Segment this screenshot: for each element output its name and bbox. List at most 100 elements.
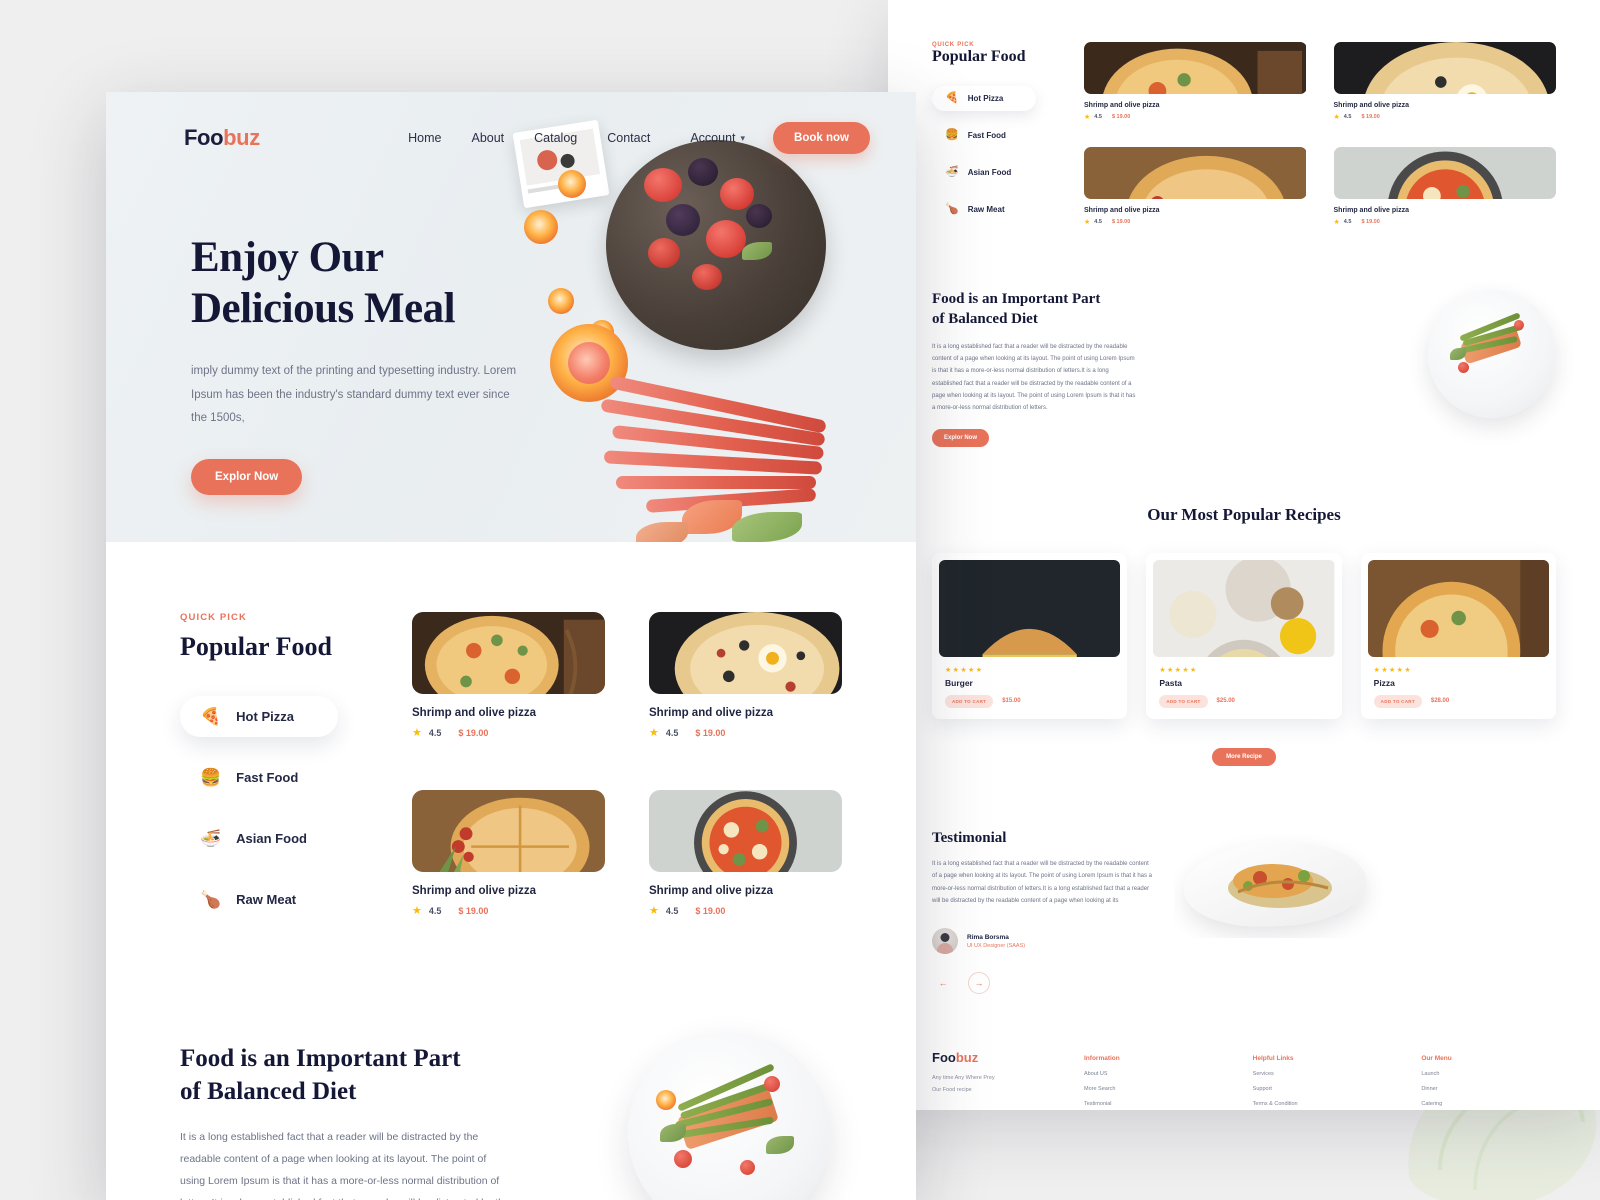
category-label: Fast Food <box>236 770 299 785</box>
back-category-raw-meat[interactable]: 🍗 Raw Meat <box>932 197 1036 222</box>
category-raw-meat[interactable]: 🍗 Raw Meat <box>180 879 338 920</box>
footer-column-helpful-links: Helpful Links Services Support Terms & C… <box>1253 1055 1388 1110</box>
star-icon: ★ <box>412 727 422 739</box>
food-name: Shrimp and olive pizza <box>1333 102 1409 109</box>
footer-tagline-line1: Any time Any Where Prey <box>932 1075 995 1082</box>
back-recipe-card-burger[interactable]: ★★★★★ Burger ADD TO CART $15.00 <box>932 552 1128 719</box>
back-category-label: Raw Meat <box>967 205 1005 214</box>
footer-link[interactable]: Testimonial <box>1084 1101 1219 1107</box>
back-recipe-card-pasta[interactable]: ★★★★★ Pasta ADD TO CART $25.00 <box>1146 552 1342 719</box>
testimonial-prev-arrow[interactable]: ← <box>932 972 954 994</box>
footer-link[interactable]: Dinner <box>1421 1086 1556 1092</box>
back-more-recipe-wrap: More Recipe <box>888 719 1600 766</box>
footer-link[interactable]: Launch <box>1421 1071 1556 1077</box>
back-food-card[interactable]: Shrimp and olive pizza ★ 4.5 $ 19.00 <box>1333 42 1557 130</box>
food-card[interactable]: Shrimp and olive pizza ★ 4.5 $ 19.00 <box>649 612 842 762</box>
food-thumbnail <box>1333 146 1557 199</box>
star-icon: ★ <box>1333 114 1340 121</box>
nav-link-catalog[interactable]: Catalog <box>534 131 577 145</box>
food-thumbnail <box>412 790 605 872</box>
instagram-icon[interactable] <box>953 1108 963 1110</box>
blackberry <box>746 204 772 228</box>
nav-links: Home About Catalog Contact <box>408 131 650 145</box>
footer-link[interactable]: Support <box>1253 1086 1388 1092</box>
back-diet-explore-button[interactable]: Explor Now <box>932 428 990 447</box>
recipe-price: $25.00 <box>1216 698 1235 705</box>
add-to-cart-button[interactable]: ADD TO CART <box>945 694 994 708</box>
nav-link-contact[interactable]: Contact <box>607 131 650 145</box>
recipe-name: Pizza <box>1373 677 1395 688</box>
back-category-fast-food[interactable]: 🍔 Fast Food <box>932 123 1036 148</box>
pizza-image <box>1367 559 1549 657</box>
food-rating-row: ★ 4.5 $ 19.00 <box>412 726 605 739</box>
back-food-card[interactable]: Shrimp and olive pizza ★ 4.5 $ 19.00 <box>1333 146 1557 235</box>
star-icon: ★ <box>1084 218 1091 226</box>
food-rating-row: ★ 4.5 $ 19.00 <box>1334 218 1557 226</box>
footer-tagline-line2: Our Food recipe <box>932 1087 972 1094</box>
food-thumbnail <box>649 612 842 694</box>
food-thumbnail <box>1084 42 1307 94</box>
popular-food-section: QUICK PICK Popular Food 🍕 Hot Pizza 🍔 Fa… <box>106 542 916 1200</box>
food-rating: 4.5 <box>428 905 442 916</box>
nav-link-about[interactable]: About <box>471 131 504 145</box>
star-icon: ★ <box>649 727 659 739</box>
add-to-cart-button[interactable]: ADD TO CART <box>1373 694 1422 708</box>
back-salmon-plate-image <box>1428 290 1556 418</box>
pizza-icon: 🍕 <box>945 92 959 104</box>
food-thumbnail <box>412 612 605 694</box>
pizza-icon: 🍕 <box>200 707 222 726</box>
food-price: $ 19.00 <box>695 905 726 916</box>
blackberry <box>666 204 700 236</box>
back-food-card[interactable]: Shrimp and olive pizza ★ 4.5 $ 19.00 <box>1084 146 1307 235</box>
mockup-page-back: QUICK PICK Popular Food 🍕 Hot Pizza 🍔 Fa… <box>888 0 1600 1110</box>
footer-column-head: Our Menu <box>1421 1055 1452 1063</box>
pasta-image <box>1153 559 1335 657</box>
back-testimonial-section: Testimonial It is a long established fac… <box>888 766 1600 995</box>
blackberry <box>688 158 718 186</box>
nav-link-home[interactable]: Home <box>408 131 441 145</box>
food-thumbnail <box>649 790 842 872</box>
footer-link[interactable]: Catering <box>1421 1101 1556 1107</box>
recipe-name: Pasta <box>1159 677 1183 688</box>
noodles-icon: 🍜 <box>945 166 959 178</box>
hero-explore-button[interactable]: Explor Now <box>191 459 303 495</box>
author-name: Rima Borsma <box>967 933 1009 941</box>
footer-link[interactable]: About US <box>1084 1071 1219 1077</box>
food-thumbnail <box>1084 146 1307 199</box>
star-icon: ★ <box>1333 218 1340 226</box>
category-hot-pizza[interactable]: 🍕 Hot Pizza <box>180 696 338 737</box>
category-label: Raw Meat <box>236 892 297 907</box>
food-thumbnail <box>1333 42 1557 94</box>
back-section-title: Popular Food <box>932 48 1026 65</box>
food-rating-row: ★ 4.5 $ 19.00 <box>1334 113 1557 121</box>
more-recipe-button[interactable]: More Recipe <box>1212 747 1276 766</box>
burger-icon: 🍔 <box>200 768 222 787</box>
food-card[interactable]: Shrimp and olive pizza ★ 4.5 $ 19.00 <box>412 790 605 940</box>
back-category-hot-pizza[interactable]: 🍕 Hot Pizza <box>932 86 1036 111</box>
back-category-asian-food[interactable]: 🍜 Asian Food <box>932 160 1036 185</box>
back-recipe-card-pizza[interactable]: ★★★★★ Pizza ADD TO CART $28.00 <box>1360 552 1556 719</box>
footer-link[interactable]: Terms & Condition <box>1253 1101 1388 1107</box>
food-rating-row: ★ 4.5 $ 19.00 <box>1084 218 1307 226</box>
footer-link[interactable]: Services <box>1253 1071 1388 1077</box>
facebook-icon[interactable] <box>932 1108 940 1110</box>
add-to-cart-button[interactable]: ADD TO CART <box>1159 694 1208 708</box>
testimonial-next-arrow[interactable]: → <box>968 972 990 995</box>
back-food-card[interactable]: Shrimp and olive pizza ★ 4.5 $ 19.00 <box>1084 42 1307 130</box>
account-dropdown[interactable]: Account ▾ <box>690 131 745 145</box>
recipe-stars: ★★★★★ <box>945 666 984 674</box>
food-card[interactable]: Shrimp and olive pizza ★ 4.5 $ 19.00 <box>649 790 842 940</box>
food-rating: 4.5 <box>665 727 679 738</box>
twitter-icon[interactable] <box>976 1108 987 1110</box>
recipe-price: $15.00 <box>1002 698 1021 705</box>
food-card[interactable]: Shrimp and olive pizza ★ 4.5 $ 19.00 <box>412 612 605 762</box>
footer-link[interactable]: More Search <box>1084 1086 1219 1092</box>
category-list: 🍕 Hot Pizza 🍔 Fast Food 🍜 Asian Food 🍗 R… <box>180 696 412 920</box>
site-logo[interactable]: Foobuz <box>184 125 260 151</box>
food-rating: 4.5 <box>1343 114 1352 120</box>
strawberry <box>720 178 754 210</box>
category-asian-food[interactable]: 🍜 Asian Food <box>180 818 338 859</box>
food-grid: Shrimp and olive pizza ★ 4.5 $ 19.00 Shr… <box>412 612 842 940</box>
category-fast-food[interactable]: 🍔 Fast Food <box>180 757 338 798</box>
book-now-button[interactable]: Book now <box>773 122 870 154</box>
